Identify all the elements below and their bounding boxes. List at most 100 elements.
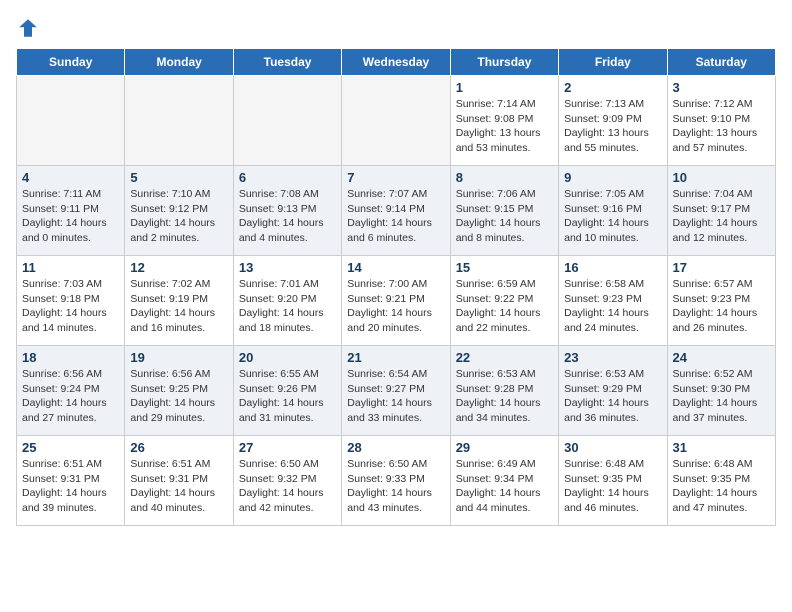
cell-details: Sunrise: 7:04 AMSunset: 9:17 PMDaylight:… <box>673 187 770 246</box>
cell-details: Sunrise: 7:05 AMSunset: 9:16 PMDaylight:… <box>564 187 661 246</box>
day-number: 16 <box>564 260 661 275</box>
calendar-cell: 21 Sunrise: 6:54 AMSunset: 9:27 PMDayligh… <box>342 346 450 436</box>
calendar-cell: 28 Sunrise: 6:50 AMSunset: 9:33 PMDayligh… <box>342 436 450 526</box>
week-row-4: 18Sunrise: 6:56 AMSunset: 9:24 PMDayligh… <box>17 346 776 436</box>
cell-details: Sunrise: 6:53 AMSunset: 9:29 PMDaylight:… <box>564 367 661 426</box>
day-header-row: SundayMondayTuesdayWednesdayThursdayFrid… <box>17 49 776 76</box>
cell-details: Sunrise: 7:12 AMSunset: 9:10 PMDaylight:… <box>673 97 770 156</box>
day-number: 25 <box>22 440 119 455</box>
calendar-cell: 2 Sunrise: 7:13 AMSunset: 9:09 PMDaylight… <box>559 76 667 166</box>
day-number: 5 <box>130 170 227 185</box>
calendar-cell: 29Sunrise: 6:49 AMSunset: 9:34 PMDayligh… <box>450 436 558 526</box>
calendar-cell: 10 Sunrise: 7:04 AMSunset: 9:17 PMDayligh… <box>667 166 775 256</box>
calendar-cell: 31 Sunrise: 6:48 AMSunset: 9:35 PMDayligh… <box>667 436 775 526</box>
calendar-cell: 17 Sunrise: 6:57 AMSunset: 9:23 PMDayligh… <box>667 256 775 346</box>
calendar-cell: 13 Sunrise: 7:01 AMSunset: 9:20 PMDayligh… <box>233 256 341 346</box>
week-row-2: 4Sunrise: 7:11 AMSunset: 9:11 PMDaylight… <box>17 166 776 256</box>
day-header-monday: Monday <box>125 49 233 76</box>
cell-details: Sunrise: 7:07 AMSunset: 9:14 PMDaylight:… <box>347 187 444 246</box>
cell-details: Sunrise: 7:08 AMSunset: 9:13 PMDaylight:… <box>239 187 336 246</box>
cell-details: Sunrise: 6:55 AMSunset: 9:26 PMDaylight:… <box>239 367 336 426</box>
calendar-cell: 18Sunrise: 6:56 AMSunset: 9:24 PMDayligh… <box>17 346 125 436</box>
cell-details: Sunrise: 6:48 AMSunset: 9:35 PMDaylight:… <box>673 457 770 516</box>
day-header-sunday: Sunday <box>17 49 125 76</box>
calendar-table: SundayMondayTuesdayWednesdayThursdayFrid… <box>16 48 776 526</box>
day-number: 27 <box>239 440 336 455</box>
logo-icon <box>16 16 40 40</box>
day-number: 19 <box>130 350 227 365</box>
day-number: 6 <box>239 170 336 185</box>
day-number: 22 <box>456 350 553 365</box>
calendar-cell: 20 Sunrise: 6:55 AMSunset: 9:26 PMDayligh… <box>233 346 341 436</box>
logo <box>16 16 44 40</box>
calendar-cell: 30 Sunrise: 6:48 AMSunset: 9:35 PMDayligh… <box>559 436 667 526</box>
calendar-cell: 1Sunrise: 7:14 AMSunset: 9:08 PMDaylight… <box>450 76 558 166</box>
cell-details: Sunrise: 6:50 AMSunset: 9:33 PMDaylight:… <box>347 457 444 516</box>
day-header-tuesday: Tuesday <box>233 49 341 76</box>
day-number: 7 <box>347 170 444 185</box>
day-number: 20 <box>239 350 336 365</box>
calendar-cell: 23Sunrise: 6:53 AMSunset: 9:29 PMDayligh… <box>559 346 667 436</box>
day-number: 29 <box>456 440 553 455</box>
day-number: 31 <box>673 440 770 455</box>
day-number: 21 <box>347 350 444 365</box>
day-number: 24 <box>673 350 770 365</box>
cell-details: Sunrise: 7:01 AMSunset: 9:20 PMDaylight:… <box>239 277 336 336</box>
calendar-cell: 7 Sunrise: 7:07 AMSunset: 9:14 PMDaylight… <box>342 166 450 256</box>
cell-details: Sunrise: 6:59 AMSunset: 9:22 PMDaylight:… <box>456 277 553 336</box>
day-header-saturday: Saturday <box>667 49 775 76</box>
day-header-thursday: Thursday <box>450 49 558 76</box>
day-number: 11 <box>22 260 119 275</box>
day-number: 4 <box>22 170 119 185</box>
calendar-cell: 26Sunrise: 6:51 AMSunset: 9:31 PMDayligh… <box>125 436 233 526</box>
page-header <box>16 16 776 40</box>
day-number: 13 <box>239 260 336 275</box>
cell-details: Sunrise: 7:10 AMSunset: 9:12 PMDaylight:… <box>130 187 227 246</box>
day-number: 28 <box>347 440 444 455</box>
calendar-cell <box>342 76 450 166</box>
cell-details: Sunrise: 7:03 AMSunset: 9:18 PMDaylight:… <box>22 277 119 336</box>
calendar-cell: 12Sunrise: 7:02 AMSunset: 9:19 PMDayligh… <box>125 256 233 346</box>
calendar-cell: 25 Sunrise: 6:51 AMSunset: 9:31 PMDayligh… <box>17 436 125 526</box>
cell-details: Sunrise: 6:57 AMSunset: 9:23 PMDaylight:… <box>673 277 770 336</box>
day-number: 10 <box>673 170 770 185</box>
day-number: 9 <box>564 170 661 185</box>
calendar-cell <box>125 76 233 166</box>
day-number: 18 <box>22 350 119 365</box>
calendar-cell: 3 Sunrise: 7:12 AMSunset: 9:10 PMDaylight… <box>667 76 775 166</box>
day-number: 8 <box>456 170 553 185</box>
calendar-cell <box>233 76 341 166</box>
cell-details: Sunrise: 6:51 AMSunset: 9:31 PMDaylight:… <box>130 457 227 516</box>
calendar-cell: 9 Sunrise: 7:05 AMSunset: 9:16 PMDaylight… <box>559 166 667 256</box>
calendar-cell: 16Sunrise: 6:58 AMSunset: 9:23 PMDayligh… <box>559 256 667 346</box>
calendar-cell: 24Sunrise: 6:52 AMSunset: 9:30 PMDayligh… <box>667 346 775 436</box>
day-number: 12 <box>130 260 227 275</box>
day-number: 17 <box>673 260 770 275</box>
day-number: 30 <box>564 440 661 455</box>
day-number: 2 <box>564 80 661 95</box>
cell-details: Sunrise: 6:48 AMSunset: 9:35 PMDaylight:… <box>564 457 661 516</box>
calendar-cell: 11 Sunrise: 7:03 AMSunset: 9:18 PMDayligh… <box>17 256 125 346</box>
week-row-1: 1Sunrise: 7:14 AMSunset: 9:08 PMDaylight… <box>17 76 776 166</box>
cell-details: Sunrise: 6:51 AMSunset: 9:31 PMDaylight:… <box>22 457 119 516</box>
week-row-3: 11 Sunrise: 7:03 AMSunset: 9:18 PMDayligh… <box>17 256 776 346</box>
calendar-cell: 8 Sunrise: 7:06 AMSunset: 9:15 PMDaylight… <box>450 166 558 256</box>
calendar-cell: 15Sunrise: 6:59 AMSunset: 9:22 PMDayligh… <box>450 256 558 346</box>
cell-details: Sunrise: 6:56 AMSunset: 9:25 PMDaylight:… <box>130 367 227 426</box>
calendar-cell: 4Sunrise: 7:11 AMSunset: 9:11 PMDaylight… <box>17 166 125 256</box>
calendar-cell: 19 Sunrise: 6:56 AMSunset: 9:25 PMDayligh… <box>125 346 233 436</box>
cell-details: Sunrise: 7:14 AMSunset: 9:08 PMDaylight:… <box>456 97 553 156</box>
calendar-cell: 22 Sunrise: 6:53 AMSunset: 9:28 PMDayligh… <box>450 346 558 436</box>
calendar-cell: 27 Sunrise: 6:50 AMSunset: 9:32 PMDayligh… <box>233 436 341 526</box>
cell-details: Sunrise: 6:50 AMSunset: 9:32 PMDaylight:… <box>239 457 336 516</box>
day-number: 3 <box>673 80 770 95</box>
calendar-cell <box>17 76 125 166</box>
cell-details: Sunrise: 6:53 AMSunset: 9:28 PMDaylight:… <box>456 367 553 426</box>
cell-details: Sunrise: 7:06 AMSunset: 9:15 PMDaylight:… <box>456 187 553 246</box>
day-header-friday: Friday <box>559 49 667 76</box>
cell-details: Sunrise: 6:54 AMSunset: 9:27 PMDaylight:… <box>347 367 444 426</box>
calendar-cell: 5 Sunrise: 7:10 AMSunset: 9:12 PMDaylight… <box>125 166 233 256</box>
week-row-5: 25 Sunrise: 6:51 AMSunset: 9:31 PMDayligh… <box>17 436 776 526</box>
cell-details: Sunrise: 7:13 AMSunset: 9:09 PMDaylight:… <box>564 97 661 156</box>
calendar-cell: 14Sunrise: 7:00 AMSunset: 9:21 PMDayligh… <box>342 256 450 346</box>
